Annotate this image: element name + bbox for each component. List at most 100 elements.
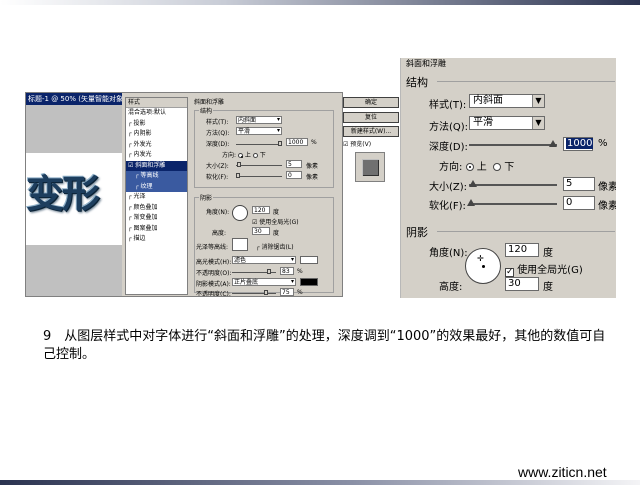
zoom-direction-down-radio[interactable] xyxy=(493,163,502,171)
canvas-area: 变形 xyxy=(26,105,122,296)
size-slider[interactable] xyxy=(236,162,282,167)
style-item-outer-glow[interactable]: ┌ 外发光 xyxy=(126,140,187,151)
shadow-color-swatch[interactable] xyxy=(300,278,318,286)
soften-label: 软化(F): xyxy=(206,174,229,181)
direction-up-radio[interactable] xyxy=(237,153,243,158)
technique-select[interactable]: 平滑 xyxy=(236,127,282,135)
zoom-depth-slider-knob[interactable] xyxy=(549,140,557,147)
zoom-style-label: 样式(T): xyxy=(429,100,467,111)
shadow-mode-select[interactable]: 正片叠底 xyxy=(232,278,296,286)
altitude-unit: 度 xyxy=(273,230,280,237)
zoom-style-dropdown-arrow[interactable]: ▼ xyxy=(532,95,544,107)
zoom-depth-label: 深度(D): xyxy=(429,142,468,153)
shadow-opacity-slider[interactable] xyxy=(232,290,276,295)
panel-title: 斜面和浮雕 xyxy=(194,99,225,106)
style-item-pattern-overlay[interactable]: ┌ 图案叠加 xyxy=(126,224,187,235)
top-gradient-bar xyxy=(0,0,640,5)
soften-unit: 像素 xyxy=(306,174,319,181)
gloss-contour-picker[interactable] xyxy=(232,238,248,251)
style-item-satin[interactable]: ┌ 光泽 xyxy=(126,192,187,203)
altitude-input[interactable]: 30 xyxy=(252,227,270,235)
altitude-label: 高度: xyxy=(212,230,227,237)
site-url: www.ziticn.net xyxy=(518,464,607,480)
layer-style-list: 样式 混合选项:默认 ┌ 投影 ┌ 内阴影 ┌ 外发光 ┌ 内发光 ☑ 斜面和浮… xyxy=(125,97,188,295)
step-caption: 9 从图层样式中对字体进行“斜面和浮雕”的处理，深度调到“1000”的效果最好，… xyxy=(43,329,606,362)
style-item-inner-glow[interactable]: ┌ 内发光 xyxy=(126,150,187,161)
zoom-size-label: 大小(Z): xyxy=(429,182,468,193)
highlight-mode-label: 高光模式(H): xyxy=(196,259,232,266)
style-item-bevel-emboss[interactable]: ☑ 斜面和浮雕 xyxy=(126,160,187,171)
style-item-stroke[interactable]: ┌ 描边 xyxy=(126,234,187,245)
technique-label: 方法(Q): xyxy=(206,130,230,137)
direction-row: 方向: 上 下 xyxy=(222,152,266,159)
ok-button[interactable]: 确定 xyxy=(343,97,399,108)
global-light-row: ☑ 使用全局光(G) xyxy=(252,219,299,226)
highlight-opacity-input[interactable]: 83 xyxy=(280,267,294,275)
zoom-angle-dial[interactable]: ✛ xyxy=(465,248,501,284)
new-style-button[interactable]: 新建样式(W)... xyxy=(343,126,399,137)
soften-slider[interactable] xyxy=(236,173,282,178)
size-slider-knob[interactable] xyxy=(237,162,241,167)
style-label: 样式(T): xyxy=(206,119,229,126)
style-item-drop-shadow[interactable]: ┌ 投影 xyxy=(126,119,187,130)
zoom-altitude-input[interactable]: 30 xyxy=(505,277,539,291)
document-title-bar: 标题-1 @ 50% (矢量智能对象 xyxy=(26,93,122,105)
zoom-depth-slider[interactable] xyxy=(469,140,557,147)
angle-dial-small[interactable] xyxy=(232,205,248,221)
zoom-size-slider[interactable] xyxy=(469,180,557,187)
shadow-opacity-knob[interactable] xyxy=(264,290,268,295)
style-item-blending[interactable]: 混合选项:默认 xyxy=(126,108,187,119)
depth-label: 深度(D): xyxy=(206,141,230,148)
zoom-technique-select[interactable]: 平滑 ▼ xyxy=(469,116,545,130)
zoom-global-light-checkbox[interactable]: ✓ xyxy=(505,268,514,277)
zoom-depth-input[interactable]: 1000 xyxy=(563,137,594,151)
size-input[interactable]: 5 xyxy=(286,160,302,168)
highlight-opacity-knob[interactable] xyxy=(267,269,271,274)
zoom-structure-title: 结构 xyxy=(406,76,428,89)
zoom-direction-up-radio[interactable] xyxy=(465,163,474,171)
highlight-opacity-slider[interactable] xyxy=(232,269,276,274)
zoom-technique-dropdown-arrow[interactable]: ▼ xyxy=(532,117,544,129)
zoom-size-slider-knob[interactable] xyxy=(469,180,477,187)
zoom-angle-label: 角度(N): xyxy=(429,248,468,259)
depth-unit: % xyxy=(311,139,317,146)
angle-label: 角度(N): xyxy=(206,209,230,216)
zoom-angle-input[interactable]: 120 xyxy=(505,243,539,257)
soften-slider-knob[interactable] xyxy=(236,173,240,178)
zoom-soften-slider[interactable] xyxy=(467,199,557,206)
highlight-color-swatch[interactable] xyxy=(300,256,318,264)
highlight-mode-select[interactable]: 滤色 xyxy=(232,256,296,264)
style-item-inner-shadow[interactable]: ┌ 内阴影 xyxy=(126,129,187,140)
zoom-global-light-row: ✓ 使用全局光(G) xyxy=(505,265,583,277)
style-select[interactable]: 内斜面 xyxy=(236,116,282,124)
bevel-emboss-settings: 斜面和浮雕 结构 样式(T): 内斜面 方法(Q): 平滑 深度(D): 100… xyxy=(192,97,336,296)
zoom-angle-unit: 度 xyxy=(543,248,553,259)
zoom-technique-label: 方法(Q): xyxy=(429,122,469,133)
zoom-soften-unit: 像素 xyxy=(598,201,616,212)
shadow-opacity-input[interactable]: 75 xyxy=(280,288,294,296)
structure-title: 结构 xyxy=(199,106,214,115)
depth-slider-knob[interactable] xyxy=(278,141,282,146)
zoom-altitude-label: 高度: xyxy=(439,282,463,293)
reset-button[interactable]: 复位 xyxy=(343,112,399,123)
depth-input[interactable]: 1000 xyxy=(286,138,308,146)
preview-square xyxy=(362,159,379,176)
soften-input[interactable]: 0 xyxy=(286,171,302,179)
style-item-color-overlay[interactable]: ┌ 颜色叠加 xyxy=(126,203,187,214)
angle-input[interactable]: 120 xyxy=(252,206,270,214)
style-item-gradient-overlay[interactable]: ┌ 渐变叠加 xyxy=(126,213,187,224)
zoom-direction-row: 方向: 上 下 xyxy=(439,162,515,173)
preview-checkbox-row[interactable]: ☑ 预览(V) xyxy=(343,139,371,148)
gloss-contour-label: 光泽等高线: xyxy=(196,244,229,251)
zoom-soften-input[interactable]: 0 xyxy=(563,196,595,210)
zoom-altitude-unit: 度 xyxy=(543,282,553,293)
zoom-size-input[interactable]: 5 xyxy=(563,177,595,191)
depth-slider[interactable] xyxy=(236,141,282,146)
style-item-contour[interactable]: ┌ 等高线 xyxy=(126,171,187,182)
zoom-shading-title: 阴影 xyxy=(406,226,428,239)
zoom-style-select[interactable]: 内斜面 ▼ xyxy=(469,94,545,108)
style-item-texture[interactable]: ┌ 纹理 xyxy=(126,181,187,192)
direction-down-radio[interactable] xyxy=(252,153,258,158)
zoom-soften-label: 软化(F): xyxy=(429,201,466,212)
zoom-soften-slider-knob[interactable] xyxy=(467,199,475,206)
